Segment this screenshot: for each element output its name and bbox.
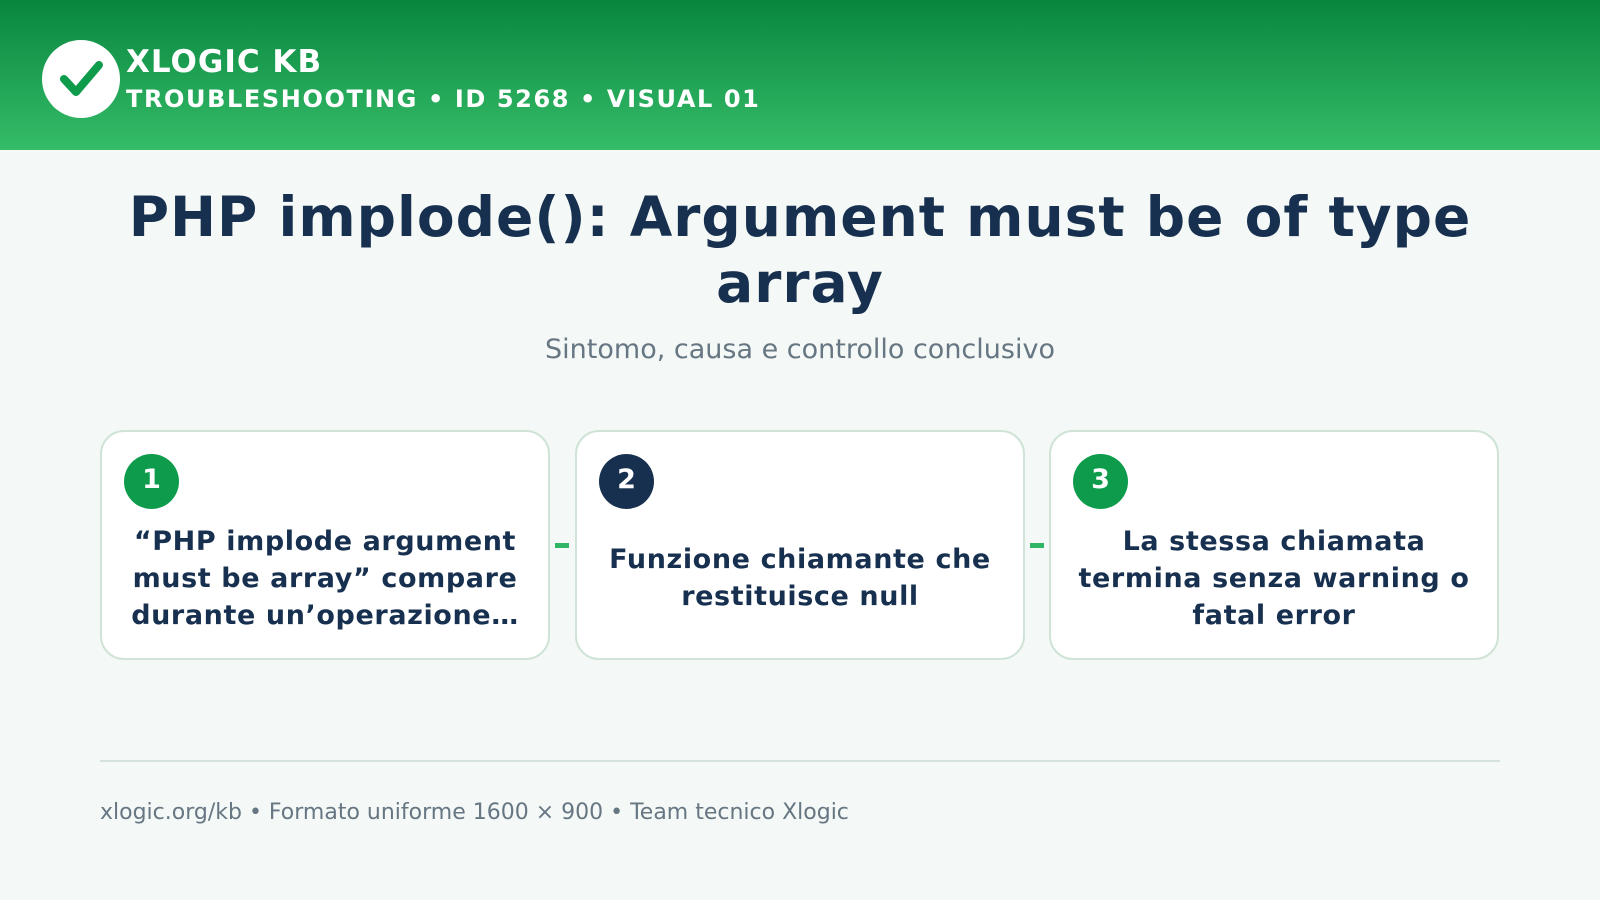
logo-badge [42,40,120,118]
page-title: PHP implode(): Argument must be of type … [128,185,1472,315]
step-text: Funzione chiamante che restituisce null [609,544,991,612]
check-icon [60,61,103,96]
footer-divider [100,760,1500,762]
step-connector [1030,543,1044,548]
footer-text: xlogic.org/kb • Formato uniforme 1600 × … [100,800,849,825]
page: XLOGIC KB TROUBLESHOOTING • ID 5268 • VI… [0,0,1600,900]
brand-name: XLOGIC KB [126,44,323,80]
header-banner: XLOGIC KB TROUBLESHOOTING • ID 5268 • VI… [0,0,1600,150]
step-number-badge: 2 [599,454,654,509]
step-number-badge: 1 [124,454,179,509]
step-number-badge: 3 [1073,454,1128,509]
page-subtitle: Sintomo, causa e controllo conclusivo [545,334,1055,365]
step-card-2: 2 Funzione chiamante che restituisce nul… [575,430,1025,660]
brand-subtitle: TROUBLESHOOTING • ID 5268 • VISUAL 01 [126,85,761,113]
step-card-3: 3 La stessa chiamata termina senza warni… [1049,430,1499,660]
step-text: La stessa chiamata termina senza warning… [1078,525,1470,631]
step-connector [555,543,569,548]
step-card-1: 1 “PHP implode argument must be array” c… [100,430,550,660]
step-text: “PHP implode argument must be array” com… [131,525,519,631]
